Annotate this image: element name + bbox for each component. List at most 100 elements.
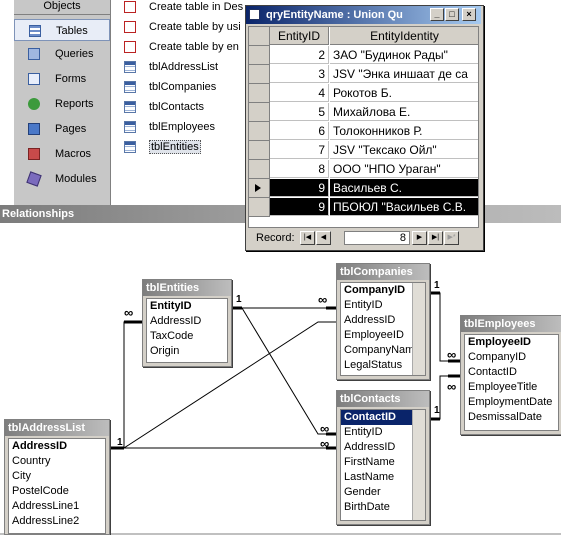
close-button[interactable]: ×: [462, 8, 476, 21]
new-record-button[interactable]: ▶*: [444, 231, 459, 245]
next-record-button[interactable]: ▶: [412, 231, 427, 245]
field-list-tblentities[interactable]: tblEntities EntityID AddressID TaxCode O…: [142, 279, 232, 367]
field-item[interactable]: EntityID: [147, 299, 227, 314]
field-item[interactable]: EmployeeID: [465, 335, 558, 350]
objects-reports[interactable]: Reports: [14, 93, 110, 115]
cell-entityid[interactable]: 9: [270, 198, 329, 216]
field-list-scrollbar[interactable]: [412, 410, 425, 520]
field-item[interactable]: CompanyID: [465, 350, 558, 365]
table-row[interactable]: 3 JSV "Энка иншаат де са: [249, 65, 478, 84]
objects-forms[interactable]: Forms: [14, 68, 110, 90]
field-item[interactable]: PostelCode: [9, 484, 105, 499]
list-item[interactable]: tblContacts: [124, 99, 204, 117]
row-selector[interactable]: [249, 84, 270, 103]
query-titlebar[interactable]: qryEntityName : Union Qu _ □ ×: [246, 6, 481, 24]
column-header-entityidentity[interactable]: EntityIdentity: [330, 27, 478, 45]
cell-entityidentity[interactable]: ПБОЮЛ "Васильев С.В.: [330, 198, 478, 216]
field-item[interactable]: DesmissalDate: [465, 410, 558, 425]
table-row[interactable]: 2 ЗАО "Будинок Рады": [249, 46, 478, 65]
field-list-scrollbar[interactable]: [412, 283, 425, 375]
cell-entityid[interactable]: 2: [270, 46, 329, 64]
field-item[interactable]: AddressID: [9, 439, 105, 454]
field-item[interactable]: Country: [9, 454, 105, 469]
list-item[interactable]: tblCompanies: [124, 79, 216, 97]
cell-entityidentity[interactable]: Васильев С.: [330, 179, 478, 197]
select-all-cell[interactable]: [249, 27, 270, 46]
cell-entityidentity[interactable]: JSV "Тексако Ойл": [330, 141, 478, 159]
cardinality-one: 1: [236, 294, 242, 305]
list-item[interactable]: Create table in Des: [124, 0, 243, 17]
row-selector[interactable]: [249, 160, 270, 179]
cell-entityid[interactable]: 6: [270, 122, 329, 140]
field-list-title[interactable]: tblContacts: [337, 391, 429, 407]
cell-entityid[interactable]: 4: [270, 84, 329, 102]
table-icon: [124, 121, 136, 134]
table-row[interactable]: 6 Толоконников Р.: [249, 122, 478, 141]
cardinality-many: ∞: [447, 347, 457, 362]
cell-entityidentity[interactable]: Толоконников Р.: [330, 122, 478, 140]
cell-entityid[interactable]: 3: [270, 65, 329, 83]
cell-entityidentity[interactable]: Михайлова Е.: [330, 103, 478, 121]
maximize-button[interactable]: □: [445, 8, 459, 21]
table-row[interactable]: 5 Михайлова Е.: [249, 103, 478, 122]
list-item[interactable]: tblEmployees: [124, 119, 215, 137]
minimize-button[interactable]: _: [430, 8, 444, 21]
cell-entityidentity[interactable]: Рокотов Б.: [330, 84, 478, 102]
cell-entityidentity[interactable]: ЗАО "Будинок Рады": [330, 46, 478, 64]
objects-header[interactable]: Objects: [14, 0, 110, 15]
objects-modules[interactable]: Modules: [14, 168, 110, 190]
tables-icon: [29, 25, 41, 37]
row-selector[interactable]: [249, 103, 270, 122]
table-row[interactable]: 4 Рокотов Б.: [249, 84, 478, 103]
list-item[interactable]: Create table by usi: [124, 19, 241, 37]
field-list-tbladdresslist[interactable]: tblAddressList AddressID Country City Po…: [4, 419, 110, 535]
field-list-title[interactable]: tblCompanies: [337, 264, 429, 280]
cell-entityidentity[interactable]: JSV "Энка иншаат де са: [330, 65, 478, 83]
field-item[interactable]: AddressLine1: [9, 499, 105, 514]
field-list-title[interactable]: tblAddressList: [5, 420, 109, 436]
objects-macros[interactable]: Macros: [14, 143, 110, 165]
row-selector[interactable]: [249, 198, 270, 217]
field-item[interactable]: AddressID: [147, 314, 227, 329]
cell-entityid[interactable]: 9: [270, 179, 329, 197]
table-row[interactable]: 9 Васильев С.: [249, 179, 478, 198]
field-item[interactable]: EmployeeTitle: [465, 380, 558, 395]
field-item[interactable]: EmploymentDate: [465, 395, 558, 410]
field-list-body: CompanyID EntityID AddressID EmployeeID …: [340, 282, 426, 376]
first-record-button[interactable]: |◀: [300, 231, 315, 245]
objects-tables[interactable]: Tables: [14, 19, 110, 41]
table-row[interactable]: 7 JSV "Тексако Ойл": [249, 141, 478, 160]
record-number-input[interactable]: 8: [344, 231, 410, 245]
column-header-entityid[interactable]: EntityID: [270, 27, 329, 45]
field-list-tblemployees[interactable]: tblEmployees EmployeeID CompanyID Contac…: [460, 315, 561, 435]
row-selector[interactable]: [249, 179, 270, 198]
cell-entityidentity[interactable]: ООО "НПО Ураган": [330, 160, 478, 178]
table-row[interactable]: 9 ПБОЮЛ "Васильев С.В.: [249, 198, 478, 217]
cell-entityid[interactable]: 5: [270, 103, 329, 121]
row-selector[interactable]: [249, 141, 270, 160]
field-item[interactable]: TaxCode: [147, 329, 227, 344]
field-list-tblcontacts[interactable]: tblContacts ContactID EntityID AddressID…: [336, 390, 430, 525]
last-record-button[interactable]: ▶|: [428, 231, 443, 245]
objects-pages[interactable]: Pages: [14, 118, 110, 140]
cardinality-many: ∞: [320, 436, 330, 451]
cell-entityid[interactable]: 8: [270, 160, 329, 178]
field-list-title[interactable]: tblEmployees: [461, 316, 561, 332]
row-selector[interactable]: [249, 46, 270, 65]
cell-entityid[interactable]: 7: [270, 141, 329, 159]
list-item[interactable]: tblAddressList: [124, 59, 218, 77]
field-item[interactable]: Origin: [147, 344, 227, 359]
objects-queries[interactable]: Queries: [14, 43, 110, 65]
row-selector[interactable]: [249, 65, 270, 84]
field-list-title[interactable]: tblEntities: [143, 280, 231, 296]
field-item[interactable]: AddressLine2: [9, 514, 105, 529]
field-list-tblcompanies[interactable]: tblCompanies CompanyID EntityID AddressI…: [336, 263, 430, 380]
field-item[interactable]: ContactID: [465, 365, 558, 380]
list-item[interactable]: tblEntities: [124, 139, 201, 157]
table-row[interactable]: 8 ООО "НПО Ураган": [249, 160, 478, 179]
row-selector[interactable]: [249, 122, 270, 141]
field-item[interactable]: City: [9, 469, 105, 484]
list-item[interactable]: Create table by en: [124, 39, 239, 57]
previous-record-button[interactable]: ◀: [316, 231, 331, 245]
objects-macros-label: Macros: [55, 148, 92, 160]
